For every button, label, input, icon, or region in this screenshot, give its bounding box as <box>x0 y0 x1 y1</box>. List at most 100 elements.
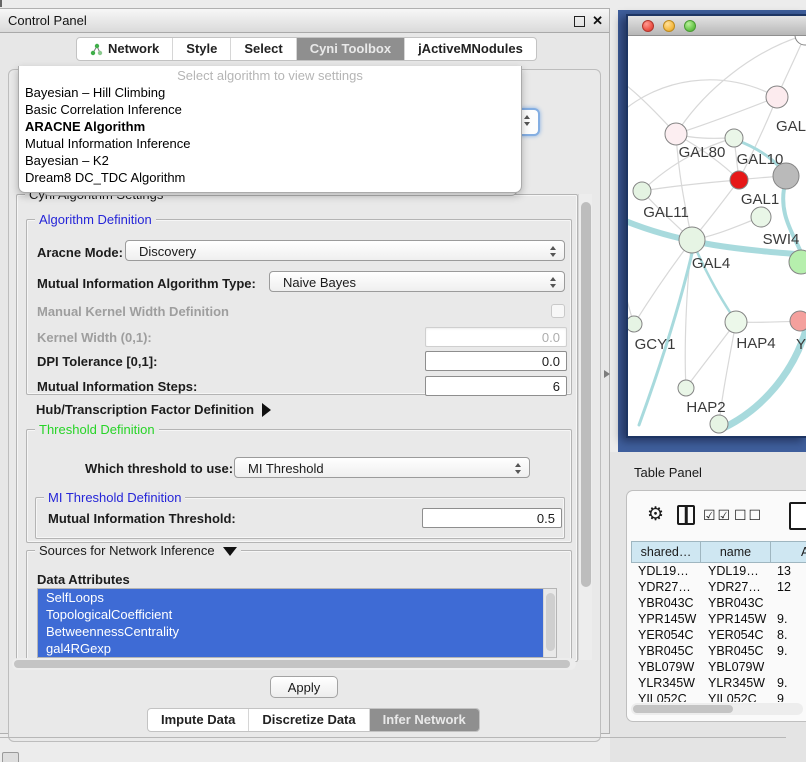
settings-hscrollbar-thumb[interactable] <box>14 660 570 668</box>
tab-infer-network[interactable]: Infer Network <box>370 709 479 731</box>
select-all-checkboxes-icon[interactable]: ☑☑ <box>703 507 732 524</box>
table-panel-title: Table Panel <box>634 465 702 480</box>
settings-scrollbar-thumb[interactable] <box>581 202 591 587</box>
column-header-third[interactable]: A <box>771 541 806 563</box>
node-hap2[interactable] <box>678 380 694 396</box>
which-threshold-label: Which threshold to use: <box>85 461 233 476</box>
node-bottom[interactable] <box>710 415 728 433</box>
node-salmon-right[interactable] <box>790 311 806 331</box>
tab-discretize-data[interactable]: Discretize Data <box>249 709 369 731</box>
sources-title-text: Sources for Network Inference <box>39 543 215 558</box>
manual-kernel-width-checkbox[interactable] <box>551 304 565 318</box>
label-gal80: GAL80 <box>679 144 726 161</box>
table-row[interactable]: YDL19…YDL19…13 <box>631 563 806 579</box>
network-window-titlebar <box>628 16 806 36</box>
mi-algorithm-type-value: Naive Bayes <box>283 275 356 290</box>
node-gal-top[interactable] <box>766 86 788 108</box>
table-panel: Table Panel ⚙ ☑☑ ☐☐ shared… name A YDL19… <box>610 452 806 762</box>
mi-algorithm-type-combobox[interactable]: Naive Bayes <box>269 271 565 292</box>
node-gcy1[interactable] <box>628 316 642 332</box>
tab-cyni-toolbox[interactable]: Cyni Toolbox <box>297 38 405 60</box>
dropdown-item-aracne[interactable]: ARACNE Algorithm <box>19 118 521 135</box>
tab-impute-data[interactable]: Impute Data <box>148 709 249 731</box>
tab-impute-data-label: Impute Data <box>161 709 235 731</box>
minimize-traffic-light[interactable] <box>663 20 675 32</box>
network-desktop: GAL GAL80 GAL10 GAL1 GAL11 SWI4 GAL4 GCY… <box>618 10 806 452</box>
kernel-width-field[interactable]: 0.0 <box>425 327 567 347</box>
node-swi4[interactable] <box>751 207 771 227</box>
table-row[interactable]: YIL052CYIL052C9 <box>631 691 806 702</box>
close-traffic-light[interactable] <box>642 20 654 32</box>
node-gal11[interactable] <box>633 182 651 200</box>
tab-network[interactable]: Network <box>77 38 173 60</box>
label-gal-cut: GAL <box>776 118 806 135</box>
kernel-width-label: Kernel Width (0,1): <box>37 330 152 345</box>
aracne-mode-value: Discovery <box>139 244 196 259</box>
table-row[interactable]: YER054CYER054C8. <box>631 627 806 643</box>
close-icon[interactable]: ✕ <box>592 13 603 29</box>
label-hap2: HAP2 <box>686 399 725 416</box>
zoom-traffic-light[interactable] <box>684 20 696 32</box>
node-gal1-red[interactable] <box>730 171 748 189</box>
list-item-topologicalcoefficient[interactable]: TopologicalCoefficient <box>38 606 552 623</box>
bottom-left-mini-button[interactable] <box>2 752 19 762</box>
settings-scrollbar-track <box>578 194 592 660</box>
tab-jactivemnodules[interactable]: jActiveMNodules <box>405 38 536 60</box>
sources-title[interactable]: Sources for Network Inference <box>35 543 241 558</box>
new-table-icon[interactable] <box>789 502 806 530</box>
tab-jactivemnodules-label: jActiveMNodules <box>418 38 523 60</box>
aracne-mode-combobox[interactable]: Discovery <box>125 240 565 261</box>
which-threshold-value: MI Threshold <box>248 461 324 476</box>
node-gal80[interactable] <box>665 123 687 145</box>
tab-style-label: Style <box>186 38 217 60</box>
node-top-right[interactable] <box>795 36 806 45</box>
node-gal10[interactable] <box>725 129 743 147</box>
table-row[interactable]: YPR145WYPR145W9. <box>631 611 806 627</box>
columns-icon[interactable] <box>677 505 695 525</box>
table-row[interactable]: YBR043CYBR043C <box>631 595 806 611</box>
tab-select[interactable]: Select <box>231 38 296 60</box>
table-row[interactable]: YBR045CYBR045C9. <box>631 643 806 659</box>
dpi-tolerance-field[interactable]: 0.0 <box>425 351 567 371</box>
node-hap4[interactable] <box>725 311 747 333</box>
dropdown-item-mutual-information[interactable]: Mutual Information Inference <box>19 135 521 152</box>
dropdown-placeholder: Select algorithm to view settings <box>19 66 521 84</box>
deselect-all-checkboxes-icon[interactable]: ☐☐ <box>734 507 763 524</box>
tab-select-label: Select <box>244 38 282 60</box>
splitter-collapse-arrow-icon[interactable] <box>604 370 610 378</box>
tab-style[interactable]: Style <box>173 38 231 60</box>
node-gal4[interactable] <box>679 227 705 253</box>
list-item-selfloops[interactable]: SelfLoops <box>38 589 552 606</box>
mi-threshold-definition-title: MI Threshold Definition <box>44 490 185 505</box>
gear-icon[interactable]: ⚙ <box>647 505 664 525</box>
apply-button[interactable]: Apply <box>270 676 338 698</box>
table-hscrollbar-thumb[interactable] <box>633 705 733 713</box>
mi-threshold-field[interactable]: 0.5 <box>422 508 562 528</box>
label-gal11: GAL11 <box>643 204 689 221</box>
combo-stepper-icon <box>550 277 557 288</box>
hub-transcription-factor-toggle[interactable]: Hub/Transcription Factor Definition <box>36 401 271 419</box>
list-item-betweennesscentrality[interactable]: BetweennessCentrality <box>38 623 552 640</box>
column-header-name[interactable]: name <box>701 541 771 563</box>
which-threshold-combobox[interactable]: MI Threshold <box>234 457 530 478</box>
table-row[interactable]: YBL079WYBL079W <box>631 659 806 675</box>
dropdown-item-bayesian-k2[interactable]: Bayesian – K2 <box>19 152 521 169</box>
table-row[interactable]: YDR27…YDR27…12 <box>631 579 806 595</box>
float-window-icon[interactable] <box>574 16 585 27</box>
network-canvas[interactable]: GAL GAL80 GAL10 GAL1 GAL11 SWI4 GAL4 GCY… <box>628 36 806 436</box>
collapsed-arrow-icon <box>262 403 271 417</box>
mi-steps-label: Mutual Information Steps: <box>37 379 197 394</box>
column-header-shared-name[interactable]: shared… <box>631 541 701 563</box>
mi-steps-field[interactable]: 6 <box>425 376 567 396</box>
bottom-tabs: Impute Data Discretize Data Infer Networ… <box>147 708 480 732</box>
table-hscrollbar-track <box>631 703 803 715</box>
dropdown-item-bayesian-hill-climbing[interactable]: Bayesian – Hill Climbing <box>19 84 521 101</box>
dropdown-item-basic-correlation[interactable]: Basic Correlation Inference <box>19 101 521 118</box>
dropdown-item-dream8[interactable]: Dream8 DC_TDC Algorithm <box>19 169 521 186</box>
attributes-scrollbar-thumb[interactable] <box>546 593 555 651</box>
list-item-gal4rgexp[interactable]: gal4RGexp <box>38 640 552 657</box>
table-panel-body: ⚙ ☑☑ ☐☐ shared… name A YDL19…YDL19…13 YD… <box>626 490 806 722</box>
table-row[interactable]: YLR345WYLR345W9. <box>631 675 806 691</box>
sources-group: Sources for Network Inference Data Attri… <box>26 550 572 661</box>
algorithm-combobox-end[interactable] <box>520 108 540 136</box>
